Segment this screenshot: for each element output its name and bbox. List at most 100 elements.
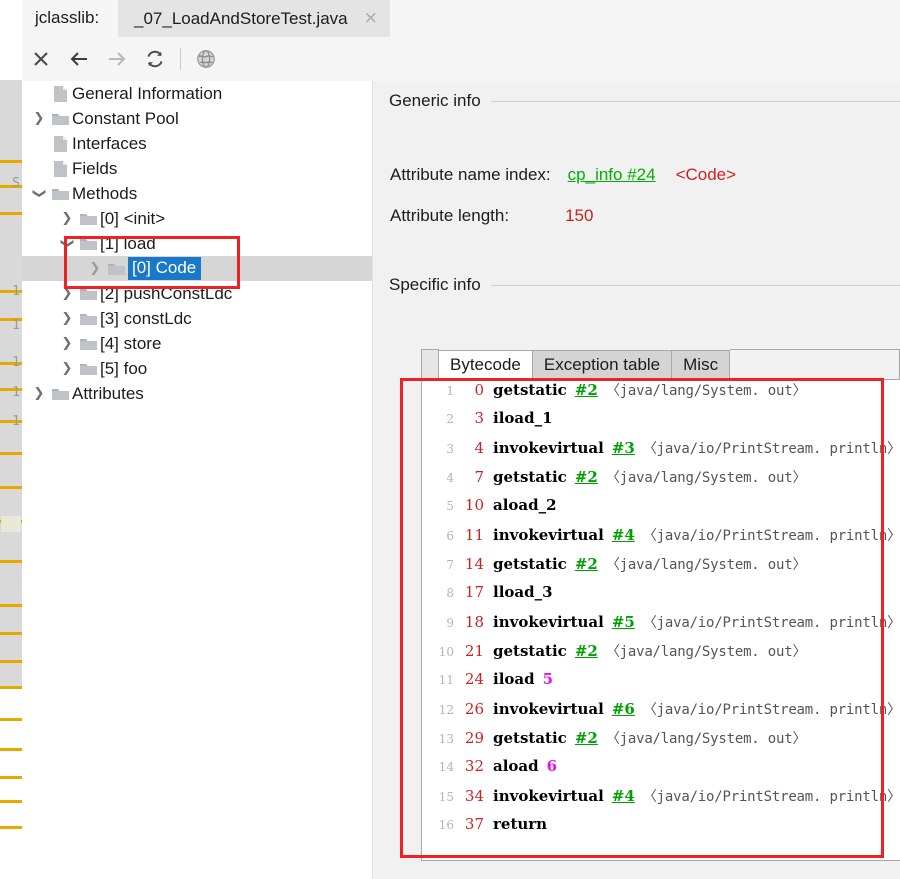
bytecode-line[interactable]: 6 11 invokevirtual #4 〈java/io/PrintStream. … (422, 525, 900, 554)
chevron-down-icon[interactable]: ❯ (27, 185, 52, 203)
tabstrip-filler (730, 349, 900, 379)
bytecode-line[interactable]: 8 17 lload_3 (422, 583, 900, 612)
bytecode-line-number: 8 (446, 586, 454, 600)
bytecode-verbose-comment: 〈java/io/PrintStream. println〉 (642, 615, 900, 631)
bytecode-listing[interactable]: 1 0 getstatic #2 〈java/lang/System. out〉 2 3 il… (421, 379, 900, 861)
tree-item-methods[interactable]: ❯ Methods (22, 181, 372, 206)
tree-item-label: [4] store (100, 333, 162, 353)
tree-item-label: [1] load (100, 233, 156, 253)
tree-item-3-constldc[interactable]: ❯ [3] constLdc (22, 306, 372, 331)
bytecode-line[interactable]: 3 4 invokevirtual #3 〈java/io/PrintStream. p… (422, 438, 900, 467)
bytecode-mnemonic: lload_3 (493, 583, 553, 601)
constant-pool-reference-link[interactable]: #2 (575, 381, 598, 399)
document-tab[interactable]: _07_LoadAndStoreTest.java × (118, 0, 390, 37)
bytecode-line[interactable]: 4 7 getstatic #2 〈java/lang/System. out〉 (422, 467, 900, 496)
tree-item-fields[interactable]: Fields (22, 156, 372, 181)
folder-icon (48, 386, 72, 402)
constant-pool-reference-link[interactable]: #5 (612, 613, 635, 631)
header-rule (490, 284, 900, 286)
chevron-right-icon[interactable]: ❯ (86, 256, 104, 281)
bytecode-line[interactable]: 15 34 invokevirtual #4 〈java/io/PrintStream.… (422, 786, 900, 815)
chevron-right-icon[interactable]: ❯ (58, 331, 76, 356)
bytecode-line-number: 13 (438, 732, 454, 746)
chevron-right-icon[interactable]: ❯ (30, 106, 48, 131)
constant-pool-reference-link[interactable]: #4 (612, 787, 635, 805)
tree-item-4-store[interactable]: ❯ [4] store (22, 331, 372, 356)
constant-pool-reference-link[interactable]: #4 (612, 526, 635, 544)
gutter-marker (0, 718, 22, 721)
tree-item-0-init[interactable]: ❯ [0] <init> (22, 206, 372, 231)
tree-item-constant-pool[interactable]: ❯ Constant Pool (22, 106, 372, 131)
bytecode-line[interactable]: 5 10 aload_2 (422, 496, 900, 525)
attribute-length-value: 150 (565, 206, 594, 225)
toolbar-separator (180, 48, 181, 70)
bytecode-mnemonic: iload_1 (493, 409, 553, 427)
bytecode-line[interactable]: 14 32 aload 6 (422, 757, 900, 786)
gutter-marker (0, 452, 22, 455)
chevron-down-icon[interactable]: ❯ (55, 235, 80, 253)
constant-pool-reference-link[interactable]: #6 (612, 700, 635, 718)
bytecode-line[interactable]: 7 14 getstatic #2 〈java/lang/System. out〉 (422, 554, 900, 583)
bytecode-line[interactable]: 9 18 invokevirtual #5 〈java/io/PrintStream. … (422, 612, 900, 641)
tree-item-5-foo[interactable]: ❯ [5] foo (22, 356, 372, 381)
bytecode-line[interactable]: 12 26 invokevirtual #6 〈java/io/PrintStream.… (422, 699, 900, 728)
tree-item-1-load[interactable]: ❯ [1] load (22, 231, 372, 256)
gutter-marker (0, 160, 22, 163)
gutter-marker (0, 560, 22, 563)
tree-item-2-pushconstldc[interactable]: ❯ [2] pushConstLdc (22, 281, 372, 306)
bytecode-immediate-operand: 5 (542, 670, 554, 688)
gutter-marker (0, 826, 22, 829)
constant-pool-reference-link[interactable]: #2 (575, 468, 598, 486)
reload-button[interactable] (136, 40, 174, 78)
chevron-right-icon[interactable]: ❯ (58, 281, 76, 306)
class-structure-tree[interactable]: General Information ❯ Constant Pool Interfa… (22, 81, 373, 879)
tree-twisty-placeholder (30, 156, 48, 181)
reload-icon (147, 50, 163, 68)
bytecode-mnemonic: invokevirtual (493, 613, 604, 631)
tab-misc[interactable]: Misc (672, 350, 731, 379)
close-icon[interactable]: × (364, 10, 378, 27)
back-button[interactable] (60, 40, 98, 78)
constant-pool-reference-link[interactable]: #2 (575, 729, 598, 747)
bytecode-line-number: 10 (438, 645, 454, 659)
bytecode-line-number: 2 (446, 412, 454, 426)
bytecode-line[interactable]: 16 37 return (422, 815, 900, 844)
folder-icon (48, 111, 72, 127)
gutter-marker (0, 776, 22, 779)
bytecode-line[interactable]: 11 24 iload 5 (422, 670, 900, 699)
constant-pool-reference-link[interactable]: #2 (575, 555, 598, 573)
tree-item-general-information[interactable]: General Information (22, 81, 372, 106)
tree-item-label: General Information (72, 83, 223, 103)
tree-item-0-code[interactable]: ❯ [0] Code (22, 256, 372, 281)
bytecode-offset: 11 (464, 526, 484, 544)
gutter-marker (0, 800, 22, 803)
bytecode-offset: 24 (464, 670, 484, 688)
chevron-right-icon[interactable]: ❯ (58, 206, 76, 231)
bytecode-mnemonic: return (493, 815, 548, 833)
bytecode-line[interactable]: 10 21 getstatic #2 〈java/lang/System. out〉 (422, 641, 900, 670)
app-name-label: jclasslib: (35, 8, 100, 27)
tab-bytecode[interactable]: Bytecode (439, 350, 533, 379)
bytecode-line[interactable]: 2 3 iload_1 (422, 409, 900, 438)
chevron-right-icon[interactable]: ❯ (30, 381, 48, 406)
bytecode-line[interactable]: 1 0 getstatic #2 〈java/lang/System. out〉 (422, 380, 900, 409)
chevron-right-icon[interactable]: ❯ (58, 356, 76, 381)
folder-icon (76, 336, 100, 352)
bytecode-line[interactable]: 13 29 getstatic #2 〈java/lang/System. out〉 (422, 728, 900, 757)
gutter-upper (0, 80, 23, 688)
bytecode-line-number: 16 (438, 818, 454, 832)
constant-pool-reference-link[interactable]: #3 (612, 439, 635, 457)
tree-item-interfaces[interactable]: Interfaces (22, 131, 372, 156)
browse-button[interactable] (187, 40, 225, 78)
constant-pool-reference-link[interactable]: #2 (575, 642, 598, 660)
tree-item-attributes[interactable]: ❯ Attributes (22, 381, 372, 406)
bytecode-offset: 32 (464, 757, 484, 775)
gutter-current-line (1, 516, 21, 532)
bytecode-offset: 21 (464, 642, 484, 660)
chevron-right-icon[interactable]: ❯ (58, 306, 76, 331)
folder-icon (48, 186, 72, 202)
forward-button[interactable] (98, 40, 136, 78)
close-button[interactable] (22, 40, 60, 78)
attribute-name-index-link[interactable]: cp_info #24 (568, 165, 656, 185)
tab-exception-table[interactable]: Exception table (532, 350, 673, 379)
